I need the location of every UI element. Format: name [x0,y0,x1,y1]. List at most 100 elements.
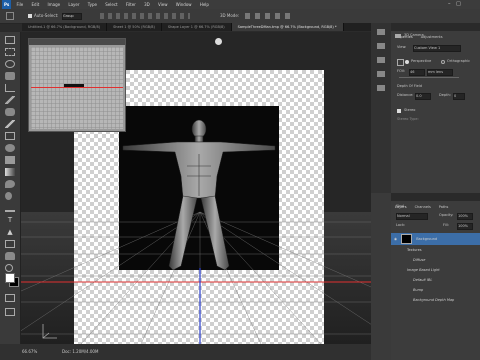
menu-type[interactable]: Type [88,0,97,9]
tab-channels[interactable]: Channels [411,203,435,211]
history-brush-icon[interactable] [5,144,15,152]
menu-view[interactable]: View [158,0,168,9]
fov-slider[interactable] [399,77,459,78]
layer-name[interactable]: Background [416,237,437,241]
layer-row-selected[interactable]: ◉ Background [391,233,480,245]
section-title: 3D Camera [404,33,424,37]
character-icon[interactable] [377,71,385,77]
visibility-eye-icon[interactable]: ◉ [394,233,400,245]
3d-figure[interactable] [119,106,279,270]
lasso-tool-icon[interactable] [5,60,15,68]
layer-name[interactable]: Textures [407,248,422,252]
distance-field[interactable]: 0.0 [415,93,431,100]
doc-tab[interactable]: Shape Layer 1 @ 66.7% (RGB/8) [162,23,232,31]
3d-mode-buttons[interactable] [245,13,295,19]
layer-row[interactable]: Default IBL [391,275,480,285]
canvas-area[interactable] [21,32,371,344]
marquee-tool-icon[interactable] [5,48,15,56]
secondary-view[interactable] [28,38,126,132]
fill-field[interactable]: 100% [457,223,473,230]
shape-tool-icon[interactable] [5,240,15,248]
eyedropper-icon[interactable] [5,96,15,104]
auto-select-dropdown[interactable]: Group [62,13,82,20]
pen-tool-icon[interactable] [5,204,15,212]
clone-stamp-icon[interactable] [5,132,15,140]
fov-label: FOV: [397,69,405,73]
layer-row[interactable]: Background Depth Map [391,295,480,305]
layer-row[interactable]: Bump [391,285,480,295]
perspective-radio[interactable] [405,60,409,64]
zoom-tool-icon[interactable] [5,264,13,272]
distance-label: Distance: [397,93,414,97]
hand-tool-icon[interactable] [5,252,15,260]
move-tool-icon[interactable] [5,36,15,44]
opacity-field[interactable]: 100% [457,213,473,220]
blend-mode-dropdown[interactable]: Normal [396,213,428,220]
menu-image[interactable]: Image [48,0,61,9]
history-icon[interactable] [377,29,385,35]
menu-file[interactable]: File [17,0,24,9]
properties-panel: Properties Adjustments 3D Camera View: Cu… [391,23,480,193]
layer-row[interactable]: Diffuse [391,255,480,265]
view-dropdown[interactable]: Custom View 1 [413,45,461,52]
tab-paths[interactable]: Paths [435,203,453,211]
brush-tool-icon[interactable] [5,120,15,128]
menu-filter[interactable]: Filter [126,0,136,9]
type-tool-icon[interactable]: T [5,216,15,224]
doc-tab[interactable]: Untitled-1 @ 66.7% (Background, RGB/8) [22,23,108,31]
crop-tool-icon[interactable] [5,84,15,92]
layer-row[interactable]: Textures [391,245,480,255]
move-tool-icon[interactable] [6,12,14,20]
actions-icon[interactable] [377,43,385,49]
3d-mode-label: 3D Mode: [220,13,240,18]
menu-edit[interactable]: Edit [32,0,40,9]
quick-mask-icon[interactable] [5,294,15,302]
gradient-tool-icon[interactable] [5,168,15,176]
maximize-icon[interactable]: □ [456,0,461,9]
secondary-view-axis [31,87,123,88]
stereo-checkbox[interactable] [397,109,401,113]
swatches-icon[interactable] [377,57,385,63]
menu-window[interactable]: Window [176,0,192,9]
layer-name[interactable]: Bump [413,288,423,292]
3d-axis-widget[interactable] [39,322,59,342]
view-label: View: [397,45,407,49]
blur-tool-icon[interactable] [5,180,15,188]
menu-layer[interactable]: Layer [68,0,79,9]
orthographic-radio[interactable] [441,60,445,64]
layer-name[interactable]: Diffuse [413,258,425,262]
photoshop-window: Ps File Edit Image Layer Type Select Fil… [0,0,480,360]
3d-view-widget[interactable] [215,38,222,45]
kind-filter[interactable]: Kind [396,204,404,208]
paragraph-icon[interactable] [377,85,385,91]
layer-name[interactable]: Image Based Light [407,268,440,272]
dodge-tool-icon[interactable] [5,192,12,200]
secondary-view-header[interactable] [29,39,125,45]
foreground-color-swatch[interactable] [5,273,15,283]
menu-select[interactable]: Select [105,0,117,9]
auto-select-checkbox[interactable] [28,14,32,18]
menu-3d[interactable]: 3D [144,0,150,9]
layer-thumbnail [401,234,413,244]
doc-size: Doc: 1.20M/4.00M [62,349,99,354]
depth-label: Depth: [439,93,451,97]
doc-tab[interactable]: Sheet 1 @ 50% (RGB/8) [107,23,162,31]
fov-field[interactable]: 46 [409,69,425,76]
path-selection-icon[interactable]: ▲ [5,228,15,236]
doc-tab-active[interactable]: SampleThreeDMan.tmp @ 66.7% (Background,… [231,23,344,31]
layer-name[interactable]: Default IBL [413,278,432,282]
layer-name[interactable]: Background Depth Map [413,298,454,302]
minimize-icon[interactable]: – [448,0,451,9]
healing-brush-icon[interactable] [5,108,15,116]
eraser-icon[interactable] [5,156,15,164]
app-logo[interactable]: Ps [2,0,12,9]
menu-help[interactable]: Help [200,0,209,9]
layer-row[interactable]: Image Based Light [391,265,480,275]
zoom-level[interactable]: 66.67% [22,344,37,360]
fov-unit-dropdown[interactable]: mm lens [427,69,453,76]
align-buttons[interactable] [100,13,190,19]
quick-select-icon[interactable] [5,72,15,80]
screen-mode-icon[interactable] [5,308,15,316]
depth-field[interactable]: 0 [453,93,465,100]
camera-type-icon [397,59,404,66]
